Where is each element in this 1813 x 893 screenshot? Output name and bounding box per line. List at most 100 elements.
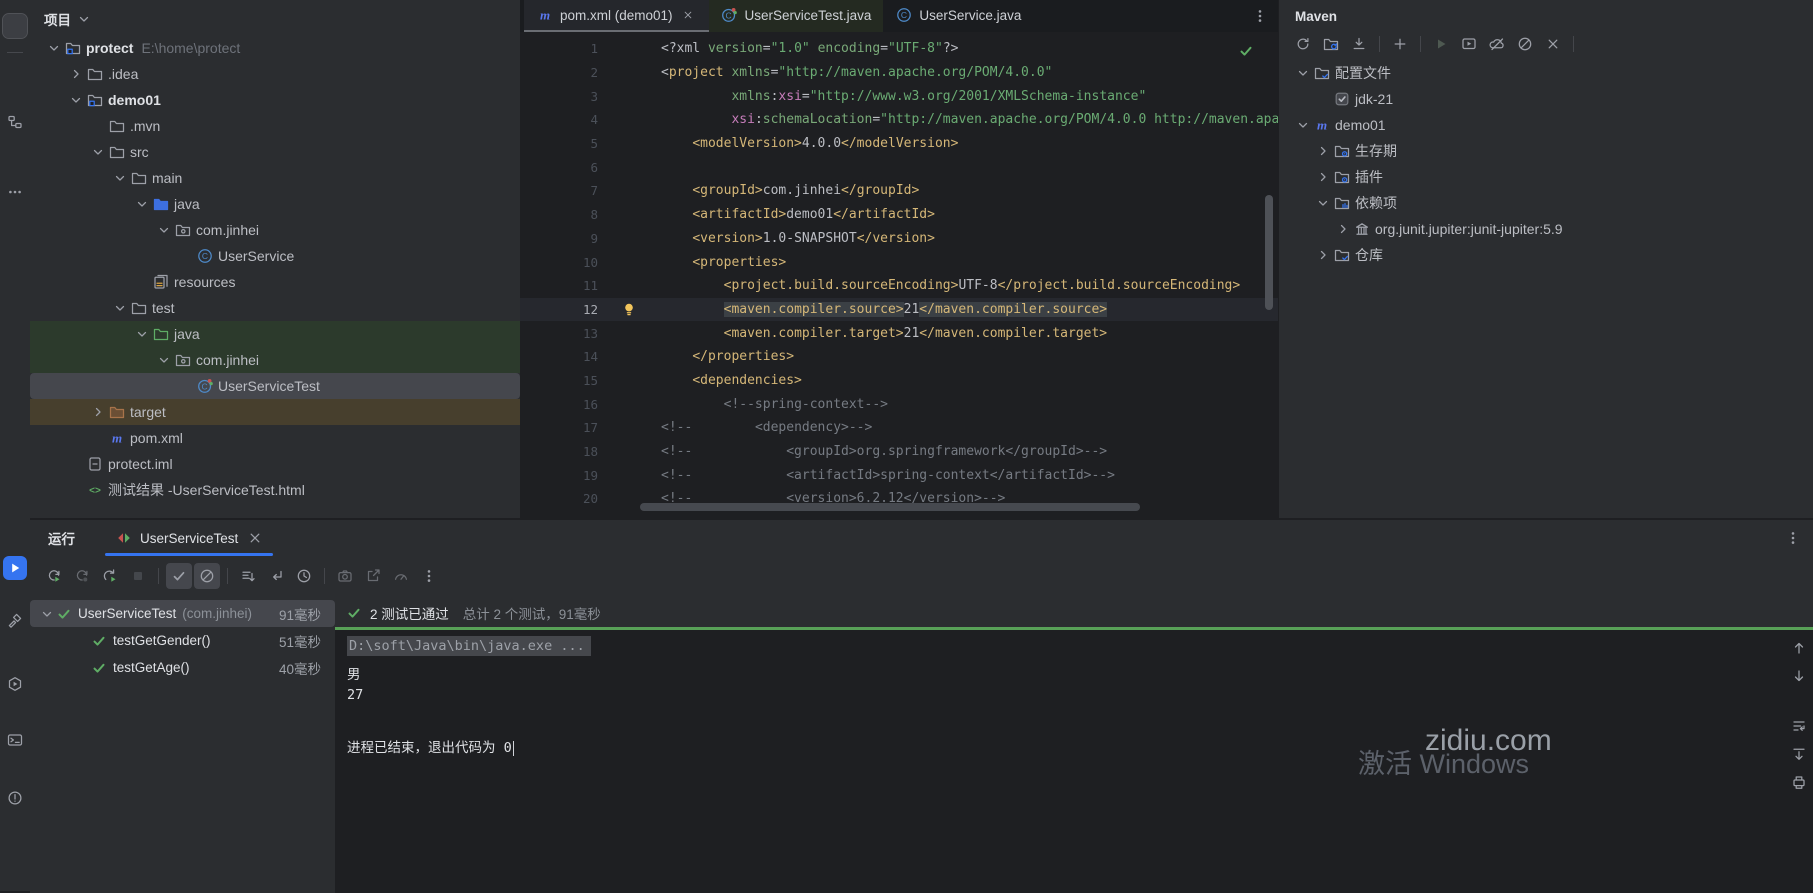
editor-tab-pom-xml-demo01-[interactable]: mpom.xml (demo01) [524,0,709,32]
project-tree-item-mvn[interactable]: .mvn [30,113,520,139]
chevron-down-icon[interactable] [156,352,173,369]
clock-button[interactable] [291,563,317,589]
close-x-button[interactable] [1540,31,1566,57]
project-tree-item-userservicetest[interactable]: CUserServiceTest [30,373,520,399]
maven-tree-item-dependencies[interactable]: 依赖项 [1279,190,1813,216]
code-line-18[interactable]: 18<!-- <groupId>org.springframework</gro… [520,440,1278,464]
code-line-1[interactable]: 1<?xml version="1.0" encoding="UTF-8"?> [520,37,1278,61]
code-line-11[interactable]: 11 <project.build.sourceEncoding>UTF-8</… [520,274,1278,298]
activitybar-problems-button[interactable] [3,786,27,810]
project-tree-item-resources[interactable]: resources [30,269,520,295]
chevron-down-icon[interactable] [134,196,151,213]
activitybar-run-play-button[interactable] [3,556,27,580]
chevron-down-icon[interactable] [90,144,107,161]
code-line-14[interactable]: 14 </properties> [520,345,1278,369]
sync-folder-button[interactable] [1318,31,1344,57]
activitybar-terminal-button[interactable] [3,728,27,752]
chevron-right-icon[interactable] [1335,221,1352,238]
chevron-down-icon[interactable] [112,300,129,317]
chevron-right-icon[interactable] [90,404,107,421]
code-line-17[interactable]: 17<!-- <dependency>--> [520,416,1278,440]
stop-square-button[interactable] [125,563,151,589]
rerun-failed-button[interactable] [69,563,95,589]
soft-wrap-button[interactable] [1787,714,1811,738]
kebab-button[interactable] [416,563,442,589]
maven-tree-item-plugins[interactable]: 插件 [1279,164,1813,190]
code-line-9[interactable]: 9 <version>1.0-SNAPSHOT</version> [520,227,1278,251]
activitybar-project-folder-button[interactable] [3,14,27,38]
editor-tabs-more-icon[interactable] [1251,8,1268,25]
chevron-down-icon[interactable] [156,222,173,239]
code-line-13[interactable]: 13 <maven.compiler.target>21</maven.comp… [520,321,1278,345]
slash-circle-button[interactable] [194,563,220,589]
close-icon[interactable] [246,530,263,547]
chevron-right-icon[interactable] [1315,143,1332,160]
camera-button[interactable] [332,563,358,589]
export-button[interactable] [360,563,386,589]
check-button[interactable] [166,563,192,589]
maven-tree-item-demo01[interactable]: mdemo01 [1279,112,1813,138]
project-tree-item-pom[interactable]: mpom.xml [30,425,520,451]
cloud-off-button[interactable] [1484,31,1510,57]
maven-tree-item-profiles[interactable]: 配置文件 [1279,60,1813,86]
gauge-button[interactable] [388,563,414,589]
editor-tab-userservice-java[interactable]: CUserService.java [883,0,1033,32]
project-tree-item-src[interactable]: src [30,139,520,165]
project-tree-item-test-report[interactable]: <>测试结果 -UserServiceTest.html [30,477,520,503]
chevron-down-icon[interactable] [1295,65,1312,82]
chevron-down-icon[interactable] [46,40,63,57]
monitor-play-button[interactable] [1456,31,1482,57]
code-editor[interactable]: 1<?xml version="1.0" encoding="UTF-8"?>2… [520,32,1278,518]
test-case-row[interactable]: testGetGender()51毫秒 [30,627,335,654]
activitybar-structure-button[interactable] [3,110,27,134]
code-line-10[interactable]: 10 <properties> [520,250,1278,274]
project-tree-item-target[interactable]: target [30,399,520,425]
editor-vertical-scrollbar[interactable] [1265,195,1273,310]
sync-button[interactable] [1290,31,1316,57]
rerun-auto-button[interactable] [97,563,123,589]
chevron-right-icon[interactable] [1315,247,1332,264]
print-button[interactable] [1787,770,1811,794]
chevron-down-icon[interactable] [1315,195,1332,212]
project-tree-item-main[interactable]: main [30,165,520,191]
lightbulb-icon[interactable] [620,301,637,318]
chevron-right-icon[interactable] [1315,169,1332,186]
maven-tree-item-junit[interactable]: org.junit.jupiter:junit-jupiter:5.9 [1279,216,1813,242]
code-line-6[interactable]: 6 [520,155,1278,179]
console-output[interactable]: D:\soft\Java\bin\java.exe ...男27进程已结束，退出… [335,630,1785,893]
maven-tree-item-jdk21[interactable]: jdk-21 [1279,86,1813,112]
run-goal-button[interactable] [1428,31,1454,57]
project-tree-item-demo01[interactable]: demo01 [30,87,520,113]
code-line-16[interactable]: 16 <!--spring-context--> [520,392,1278,416]
project-tree-item-idea[interactable]: .idea [30,61,520,87]
more-options-icon[interactable] [1784,530,1801,547]
inspections-ok-icon[interactable] [1237,42,1254,59]
project-tree-item-protect[interactable]: protectE:\home\protect [30,35,520,61]
activitybar-hammer-button[interactable] [3,608,27,632]
project-panel-header[interactable]: 项目 [30,0,520,35]
code-line-5[interactable]: 5 <modelVersion>4.0.0</modelVersion> [520,132,1278,156]
chevron-down-icon[interactable] [68,92,85,109]
plus-button[interactable] [1387,31,1413,57]
chevron-down-icon[interactable] [134,326,151,343]
code-line-3[interactable]: 3 xmlns:xsi="http://www.w3.org/2001/XMLS… [520,84,1278,108]
code-line-15[interactable]: 15 <dependencies> [520,369,1278,393]
code-line-7[interactable]: 7 <groupId>com.jinhei</groupId> [520,179,1278,203]
editor-tab-userservicetest-java[interactable]: CUserServiceTest.java [709,0,884,32]
chevron-right-icon[interactable] [68,66,85,83]
run-tab-userservicetest[interactable]: UserServiceTest [105,520,273,556]
project-tree-item-test-java[interactable]: java [30,321,520,347]
project-tree-item-test[interactable]: test [30,295,520,321]
activitybar-services-hex-button[interactable] [3,672,27,696]
code-line-4[interactable]: 4 xsi:schemaLocation="http://maven.apach… [520,108,1278,132]
code-line-12[interactable]: 12 <maven.compiler.source>21</maven.comp… [520,298,1278,322]
download-button[interactable] [1346,31,1372,57]
maven-tree-item-repositories[interactable]: 仓库 [1279,242,1813,268]
close-icon[interactable] [680,7,697,24]
chevron-down-icon[interactable] [38,605,55,622]
scroll-end-button[interactable] [1787,742,1811,766]
editor-horizontal-scrollbar[interactable] [640,503,1140,511]
code-line-8[interactable]: 8 <artifactId>demo01</artifactId> [520,203,1278,227]
arrow-down-button[interactable] [1787,664,1811,688]
project-tree-item-iml[interactable]: protect.iml [30,451,520,477]
